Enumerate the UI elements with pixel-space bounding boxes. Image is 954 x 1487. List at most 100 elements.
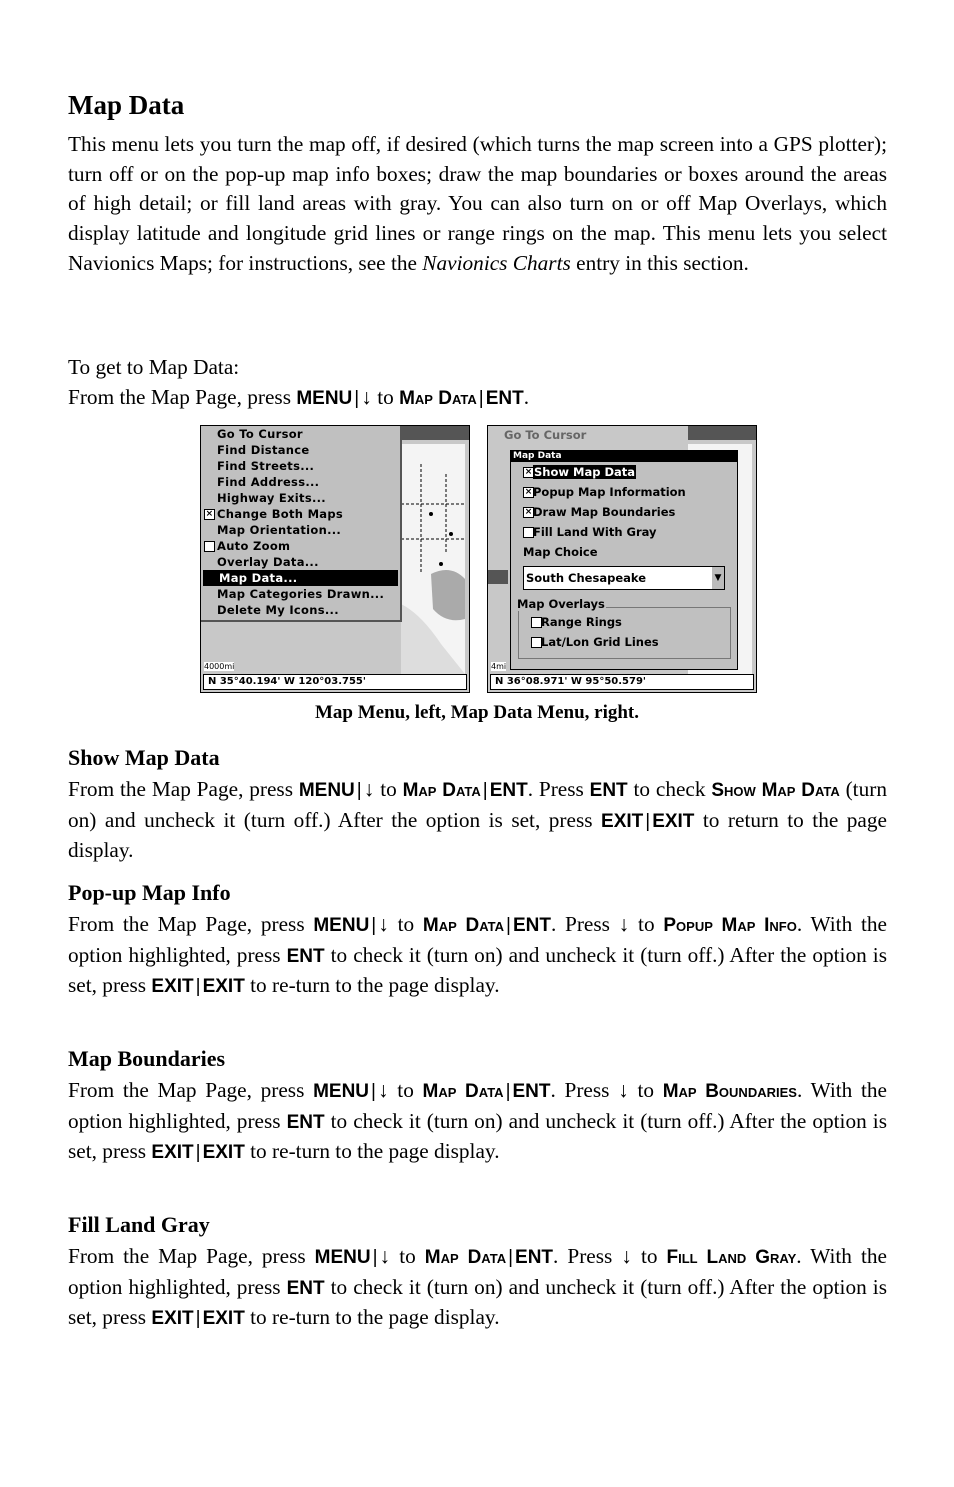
checkbox[interactable]: ×: [523, 507, 534, 518]
menu-item-label: Find Streets...: [217, 459, 315, 473]
key-separator: |: [505, 1081, 511, 1102]
key-separator: |: [195, 976, 201, 998]
checkbox[interactable]: [523, 527, 534, 538]
menu-item[interactable]: Find Distance: [201, 442, 400, 458]
checkbox[interactable]: [531, 617, 542, 628]
option-item[interactable]: × Popup Map Information: [511, 482, 737, 502]
menu-item[interactable]: Map Orientation...: [201, 522, 400, 538]
key-name: MENU: [314, 1247, 371, 1268]
key-name: EXIT: [652, 810, 695, 832]
menu-item[interactable]: Map Categories Drawn...: [201, 586, 400, 602]
map-title-bar: [401, 426, 469, 440]
text-run: From the Map Page, press: [68, 1078, 314, 1102]
checkbox[interactable]: [204, 541, 215, 552]
text-run: to: [388, 1078, 423, 1102]
key-name: ENT: [512, 1081, 551, 1102]
key-name: MENU: [313, 1081, 370, 1102]
text-run: ↓: [377, 1078, 389, 1102]
menu-item[interactable]: Highway Exits...: [201, 490, 400, 506]
section-body: From the Map Page, press MENU |↓ to Map D…: [68, 910, 887, 1002]
position-status-bar: N 35°40.194' W 120°03.755': [203, 674, 467, 690]
menu-item-label: Overlay Data...: [217, 555, 319, 569]
map-overlays-label: Map Overlays: [516, 597, 606, 611]
text-run: . Press ↓ to: [550, 912, 664, 936]
menu-command: Map Data: [422, 915, 504, 936]
text-run: ↓: [379, 1244, 391, 1268]
map-title-bar: [688, 426, 756, 440]
key-separator: |: [482, 780, 488, 801]
us-map-graphic: [401, 464, 465, 674]
map-choice-dropdown[interactable]: South Chesapeake ▼: [523, 566, 725, 590]
menu-item[interactable]: Map Data...: [203, 570, 398, 586]
menu-item[interactable]: Overlay Data...: [201, 554, 400, 570]
option-item[interactable]: × Show Map Data: [511, 462, 737, 482]
figure-caption: Map Menu, left, Map Data Menu, right.: [314, 702, 640, 723]
text-run: to re-turn to the page display.: [244, 973, 500, 998]
checkbox[interactable]: ×: [523, 467, 534, 478]
key-name: ENT: [286, 1111, 325, 1133]
key-name: EXIT: [202, 1308, 245, 1330]
menu-item[interactable]: Delete My Icons...: [201, 602, 400, 618]
menu-item-label: Delete My Icons...: [217, 603, 339, 617]
section-body: From the Map Page, press MENU |↓ to Map D…: [68, 1242, 887, 1334]
option-item[interactable]: Range Rings: [519, 612, 730, 632]
text-run: From the Map Page, press: [68, 777, 299, 801]
option-item[interactable]: × Draw Map Boundaries: [511, 502, 737, 522]
dialog-title: Map Data: [511, 451, 737, 462]
menu-item[interactable]: Go To Cursor: [201, 426, 400, 442]
key-separator: |: [645, 810, 651, 832]
menu-item[interactable]: Auto Zoom: [201, 538, 400, 554]
key-separator: |: [356, 780, 362, 801]
key-separator: |: [478, 387, 484, 409]
checkbox[interactable]: ×: [523, 487, 534, 498]
option-item[interactable]: Lat/Lon Grid Lines: [519, 632, 730, 652]
menu-item[interactable]: Find Streets...: [201, 458, 400, 474]
checkbox[interactable]: ×: [204, 509, 215, 520]
key-name: ENT: [489, 780, 528, 801]
section-body: From the Map Page, press MENU |↓ to Map D…: [68, 775, 887, 866]
text-run: From the Map Page, press: [68, 1244, 315, 1268]
section-heading: Fill Land Gray: [68, 1212, 210, 1237]
map-data-options: × Show Map Data × Popup Map Information × Dra…: [511, 462, 737, 542]
option-label: Show Map Data: [533, 465, 637, 479]
menu-command: Map Data: [424, 1247, 507, 1268]
option-label: Lat/Lon Grid Lines: [541, 635, 659, 649]
option-label: Range Rings: [541, 615, 622, 629]
menu-item-label: Go To Cursor: [217, 427, 303, 441]
menu-item[interactable]: Find Address...: [201, 474, 400, 490]
section-heading: Pop-up Map Info: [68, 880, 231, 905]
key-name: ENT: [286, 1277, 325, 1299]
section-heading: Show Map Data: [68, 745, 220, 770]
map-choice-label: Map Choice: [523, 545, 598, 559]
text-run: to re-turn to the page display.: [244, 1139, 500, 1164]
key-name: ENT: [286, 945, 325, 967]
italic-text: Navionics Charts: [422, 250, 571, 275]
background-selection: [488, 570, 508, 584]
map-overlays-group: Range Rings Lat/Lon Grid Lines: [518, 607, 731, 659]
key-name: EXIT: [151, 976, 194, 998]
section-body: From the Map Page, press MENU |↓ to Map D…: [68, 1076, 887, 1168]
map-scale: 4mi: [491, 662, 507, 671]
menu-command: Fill Land Gray: [666, 1247, 797, 1268]
key-name: ENT: [589, 780, 628, 801]
text-run: to: [390, 1244, 425, 1268]
map-scale: 4000mi: [204, 662, 235, 671]
background-menu-item: Go To Cursor: [504, 428, 587, 442]
menu-item[interactable]: × Change Both Maps: [201, 506, 400, 522]
menu-command: Popup Map Info: [663, 915, 797, 936]
key-name: MENU: [296, 387, 353, 409]
key-name: EXIT: [151, 1142, 194, 1164]
checkbox[interactable]: [531, 637, 542, 648]
text-run: ↓: [363, 777, 375, 801]
text-run: .: [523, 384, 530, 409]
map-image: [401, 444, 465, 674]
menu-item-label: Find Address...: [217, 475, 320, 489]
text-run: ↓: [378, 912, 389, 936]
option-label: Fill Land With Gray: [533, 525, 657, 539]
key-name: EXIT: [202, 1142, 245, 1164]
menu-item-label: Highway Exits...: [217, 491, 326, 505]
option-item[interactable]: Fill Land With Gray: [511, 522, 737, 542]
chevron-down-icon[interactable]: ▼: [712, 567, 724, 589]
menu-item-label: Map Orientation...: [217, 523, 342, 537]
key-name: EXIT: [202, 976, 245, 998]
